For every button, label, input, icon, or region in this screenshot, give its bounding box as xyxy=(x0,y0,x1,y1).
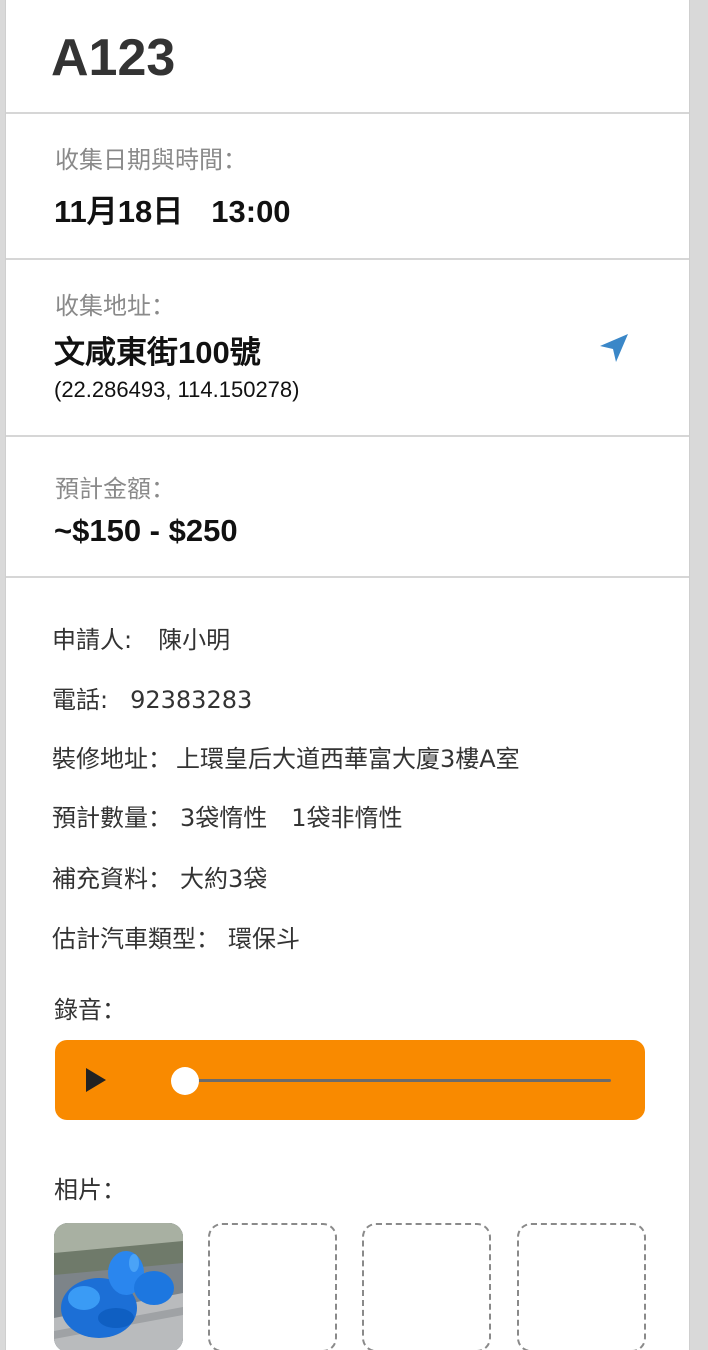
applicant-label: 申請人: xyxy=(52,626,133,654)
extra-info-label: 補充資料： xyxy=(52,865,172,893)
vehicle-type-row: 估計汽車類型： 環保斗 xyxy=(52,919,300,954)
request-details: 申請人: 陳小明 電話: 92383283 裝修地址： 上環皇后大道西華富大廈3樓A室… xyxy=(6,578,689,1350)
collection-address-label: 收集地址： xyxy=(55,292,175,320)
estimated-amount-section: 預計金額： ~$150 - $250 xyxy=(6,437,689,578)
photo-slot-empty[interactable] xyxy=(208,1223,337,1350)
photo-slot-empty[interactable] xyxy=(517,1223,646,1350)
navigation-arrow-icon[interactable] xyxy=(596,330,632,366)
collection-date: 11月18日 xyxy=(54,194,184,229)
collection-datetime-value: 11月18日 13:00 xyxy=(54,186,291,231)
renovation-address-row: 裝修地址： 上環皇后大道西華富大廈3樓A室 xyxy=(52,739,520,774)
extra-info-row: 補充資料： 大約3袋 xyxy=(52,859,267,894)
audio-player xyxy=(55,1040,645,1120)
collection-coordinates: (22.286493, 114.150278) xyxy=(54,377,300,402)
renovation-address-value: 上環皇后大道西華富大廈3樓A室 xyxy=(176,745,520,773)
photo-thumbnail[interactable] xyxy=(54,1223,183,1350)
play-icon[interactable] xyxy=(81,1066,109,1094)
applicant-value: 陳小明 xyxy=(158,626,231,654)
applicant-row: 申請人: 陳小明 xyxy=(52,620,230,655)
estimated-amount-value: ~$150 - $250 xyxy=(54,513,238,548)
photos-label: 相片： xyxy=(54,1176,126,1204)
extra-info-value: 大約3袋 xyxy=(180,865,268,893)
phone-label: 電話: xyxy=(52,686,109,714)
order-header: A123 xyxy=(6,0,689,114)
vehicle-type-label: 估計汽車類型： xyxy=(52,925,220,953)
estimated-quantity-value: 3袋惰性 1袋非惰性 xyxy=(180,804,403,832)
photo-slot-empty[interactable] xyxy=(362,1223,491,1350)
estimated-amount-label: 預計金額： xyxy=(55,475,175,503)
collection-datetime-section: 收集日期與時間： 11月18日 13:00 xyxy=(6,114,689,260)
estimated-quantity-row: 預計數量： 3袋惰性 1袋非惰性 xyxy=(52,798,403,833)
collection-datetime-label: 收集日期與時間： xyxy=(55,146,247,174)
phone-value: 92383283 xyxy=(130,686,253,714)
renovation-address-label: 裝修地址： xyxy=(52,745,172,773)
estimated-quantity-label: 預計數量： xyxy=(52,804,172,832)
phone-row: 電話: 92383283 xyxy=(52,680,252,715)
audio-progress-knob[interactable] xyxy=(171,1067,199,1095)
collection-address-value: 文咸東街100號 xyxy=(54,335,261,370)
collection-address-section: 收集地址： 文咸東街100號 (22.286493, 114.150278) xyxy=(6,260,689,437)
recording-label: 錄音： xyxy=(54,996,126,1024)
order-id: A123 xyxy=(51,29,176,87)
audio-progress-track[interactable] xyxy=(173,1079,611,1082)
vehicle-type-value: 環保斗 xyxy=(228,925,300,953)
order-detail-card: A123 收集日期與時間： 11月18日 13:00 收集地址： 文咸東街100號… xyxy=(5,0,690,1350)
collection-time: 13:00 xyxy=(211,194,291,229)
photo-gallery xyxy=(54,1223,654,1350)
